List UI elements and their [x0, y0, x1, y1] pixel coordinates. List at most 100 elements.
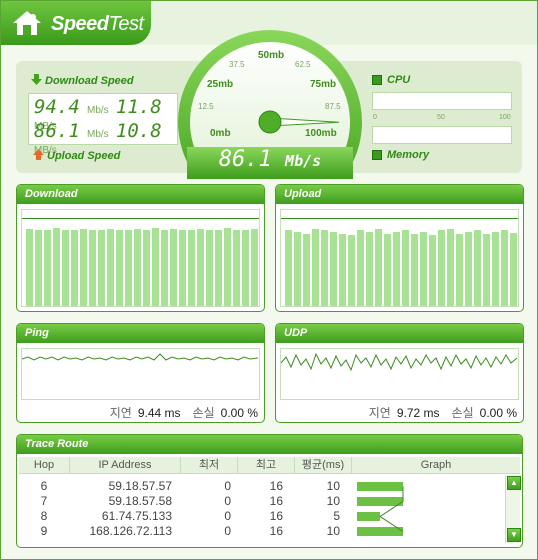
trace-bar	[357, 512, 380, 521]
bar	[339, 234, 346, 306]
bar	[26, 229, 33, 306]
bar	[242, 230, 249, 306]
udp-stats: 지연 9.72 ms 손실 0.00 %	[368, 406, 517, 420]
bar	[170, 229, 177, 306]
bar	[35, 230, 42, 306]
bar	[456, 234, 463, 306]
col-graph[interactable]: Graph	[352, 457, 520, 473]
app-title: SpeedTest	[51, 13, 144, 36]
brand-test: Test	[108, 13, 145, 35]
upload-speed-label: Upload Speed	[33, 149, 120, 162]
bar	[438, 230, 445, 306]
trace-route-panel: Trace Route Hop IP Address 최저 최고 평균(ms) …	[16, 434, 523, 548]
meter-scale-0: 0	[373, 114, 377, 121]
bar	[330, 232, 337, 306]
cpu-meter	[372, 92, 512, 110]
trace-scrollbar[interactable]: ▲ ▼	[505, 475, 521, 543]
udp-panel-title: UDP	[276, 324, 523, 343]
bar	[348, 235, 355, 306]
download-bar-graph	[21, 209, 260, 307]
speed-readout-box: 94.4 Mb/s 11.8 MB/s 86.1 Mb/s 10.8 MB/s	[28, 93, 178, 156]
trace-line	[379, 486, 404, 532]
bar	[44, 230, 51, 306]
bar	[125, 230, 132, 306]
bar	[303, 234, 310, 306]
brand-speed: Speed	[51, 13, 109, 35]
bar	[447, 229, 454, 306]
bar	[357, 230, 364, 306]
udp-panel: UDP 지연 9.72 ms 손실 0.00 %	[275, 323, 524, 423]
trace-graph	[357, 482, 404, 536]
bar	[53, 228, 60, 306]
gauge-readout: 86.1 Mb/s	[218, 147, 322, 172]
download-speed-label: Download Speed	[31, 74, 134, 87]
bar	[429, 235, 436, 306]
bar	[251, 229, 258, 306]
col-avg[interactable]: 평균(ms)	[295, 457, 352, 473]
memory-square-icon	[372, 150, 382, 161]
download-panel-title: Download	[17, 185, 264, 204]
bar	[321, 230, 328, 306]
meter-scale-100: 100	[499, 114, 511, 121]
col-ip-address[interactable]: IP Address	[70, 457, 181, 473]
gauge-tick: 12.5	[198, 102, 214, 111]
bar	[188, 230, 195, 306]
memory-meter	[372, 126, 512, 144]
bar	[143, 230, 150, 306]
download-baseline	[22, 218, 259, 219]
bar	[197, 229, 204, 306]
bar	[411, 234, 418, 306]
bar	[510, 233, 517, 306]
bar	[312, 229, 319, 306]
bar	[492, 232, 499, 306]
bar	[384, 234, 391, 306]
bar	[62, 230, 69, 306]
bar	[89, 230, 96, 306]
col-max[interactable]: 최고	[238, 457, 295, 473]
upload-panel: Upload	[275, 184, 524, 312]
bar	[474, 230, 481, 306]
memory-label: Memory	[372, 149, 429, 161]
bar	[179, 230, 186, 306]
ping-panel-title: Ping	[17, 324, 264, 343]
trace-bar	[357, 482, 403, 491]
gauge-tick: 87.5	[325, 102, 341, 111]
arrow-down-icon	[31, 74, 42, 85]
bar	[152, 228, 159, 306]
gauge-tick: 62.5	[295, 60, 311, 69]
scroll-up-icon[interactable]: ▲	[507, 476, 521, 490]
gauge-tick: 100mb	[305, 128, 337, 139]
bar	[233, 230, 240, 306]
arrow-up-icon	[33, 149, 44, 160]
bar	[483, 234, 490, 306]
ping-line	[21, 353, 259, 361]
ping-graph	[21, 348, 260, 400]
scroll-down-icon[interactable]: ▼	[507, 528, 521, 542]
bar	[215, 230, 222, 306]
bar	[366, 232, 373, 306]
gauge-tick: 75mb	[310, 79, 336, 90]
cpu-label: CPU	[372, 74, 410, 86]
udp-line	[280, 352, 518, 372]
bar	[294, 232, 301, 306]
bar	[80, 229, 87, 306]
trace-bar	[357, 497, 403, 506]
bar	[224, 228, 231, 306]
gauge-tick: 25mb	[207, 79, 233, 90]
upload-bar-graph	[280, 209, 519, 307]
bar	[420, 232, 427, 306]
bar	[107, 229, 114, 306]
bar	[98, 230, 105, 306]
brand-tab: SpeedTest	[1, 1, 151, 45]
col-min[interactable]: 최저	[181, 457, 238, 473]
bar	[134, 229, 141, 306]
bar	[465, 232, 472, 306]
trace-bar	[357, 527, 403, 536]
col-hop[interactable]: Hop	[19, 457, 70, 473]
trace-route-title: Trace Route	[17, 435, 522, 454]
bar	[393, 232, 400, 306]
gauge-tick: 37.5	[229, 60, 245, 69]
bar	[375, 229, 382, 306]
bar	[402, 230, 409, 306]
udp-graph	[280, 348, 519, 400]
